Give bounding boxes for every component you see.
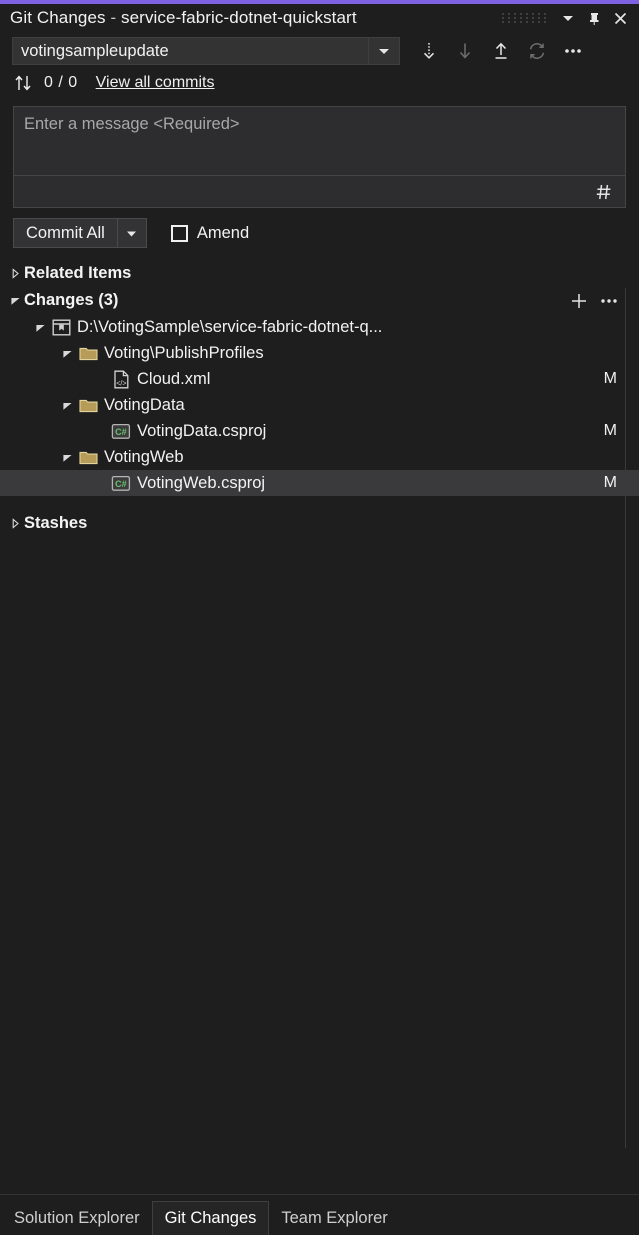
tree-node-folder[interactable]: VotingWeb bbox=[0, 444, 639, 470]
bottom-tabbar: Solution Explorer Git Changes Team Explo… bbox=[0, 1194, 639, 1235]
csharp-file-icon: C# bbox=[109, 423, 133, 440]
repository-icon bbox=[49, 319, 73, 336]
tab-team-explorer[interactable]: Team Explorer bbox=[269, 1201, 399, 1235]
tree-node-file-selected[interactable]: C# VotingWeb.csproj M bbox=[0, 470, 639, 496]
folder-icon bbox=[76, 398, 100, 413]
file-status-badge: M bbox=[604, 422, 617, 440]
tree-node-folder-label: Voting\PublishProfiles bbox=[104, 344, 264, 363]
fetch-icon bbox=[419, 41, 439, 61]
chevron-down-icon[interactable] bbox=[31, 322, 49, 333]
tree-node-repository-label: D:\VotingSample\service-fabric-dotnet-q.… bbox=[77, 318, 382, 337]
section-related-items-label: Related Items bbox=[24, 264, 131, 283]
tree-node-file-label: Cloud.xml bbox=[137, 370, 210, 389]
svg-text:C#: C# bbox=[115, 478, 127, 488]
commit-all-split-button[interactable]: Commit All bbox=[13, 218, 147, 248]
section-changes-label: Changes (3) bbox=[24, 291, 118, 310]
tree-node-folder[interactable]: Voting\PublishProfiles bbox=[0, 340, 639, 366]
tab-git-changes[interactable]: Git Changes bbox=[152, 1201, 270, 1235]
add-files-button[interactable] bbox=[567, 289, 591, 313]
commit-message-toolbar bbox=[14, 175, 625, 207]
file-status-badge: M bbox=[604, 370, 617, 388]
amend-label: Amend bbox=[197, 224, 249, 243]
folder-icon bbox=[76, 346, 100, 361]
tree-node-repository[interactable]: D:\VotingSample\service-fabric-dotnet-q.… bbox=[0, 314, 639, 340]
csharp-file-icon: C# bbox=[109, 475, 133, 492]
hash-issue-icon bbox=[594, 182, 614, 202]
chevron-down-icon bbox=[125, 227, 138, 240]
tree-node-file[interactable]: C# VotingData.csproj M bbox=[0, 418, 639, 444]
chevron-down-icon[interactable] bbox=[58, 400, 76, 411]
svg-text:</>: </> bbox=[116, 378, 126, 387]
ahead-behind-count: 0 / 0 bbox=[44, 74, 78, 92]
commit-all-dropdown-button[interactable] bbox=[117, 219, 146, 247]
branch-name-label: votingsampleupdate bbox=[13, 42, 368, 61]
xml-file-icon: </> bbox=[109, 370, 133, 389]
panel-title-document: service-fabric-dotnet-quickstart bbox=[121, 8, 357, 27]
panel-title-tool: Git Changes bbox=[10, 8, 106, 27]
branch-toolbar: votingsampleupdate bbox=[0, 35, 639, 67]
svg-text:C#: C# bbox=[115, 426, 127, 436]
commit-actions-row: Commit All Amend bbox=[13, 218, 639, 248]
commit-message-input[interactable]: Enter a message <Required> bbox=[14, 107, 625, 175]
changes-header-actions bbox=[567, 287, 621, 314]
chevron-right-icon[interactable] bbox=[6, 268, 24, 279]
chevron-down-icon[interactable] bbox=[58, 348, 76, 359]
tree-node-file[interactable]: </> Cloud.xml M bbox=[0, 366, 639, 392]
chevron-down-icon[interactable] bbox=[6, 295, 24, 306]
sync-button[interactable] bbox=[520, 37, 554, 65]
amend-checkbox-group[interactable]: Amend bbox=[171, 224, 249, 243]
chevron-down-icon bbox=[377, 44, 391, 58]
section-changes[interactable]: Changes (3) bbox=[0, 287, 639, 314]
tree-node-folder[interactable]: VotingData bbox=[0, 392, 639, 418]
push-button[interactable] bbox=[484, 37, 518, 65]
git-more-button[interactable] bbox=[556, 37, 590, 65]
git-changes-panel: Git Changes - service-fabric-dotnet-quic… bbox=[0, 0, 639, 1235]
changes-tree: Related Items Changes (3) bbox=[0, 260, 639, 1194]
close-button[interactable] bbox=[607, 7, 633, 29]
chevron-down-icon bbox=[561, 11, 575, 25]
sync-refresh-icon bbox=[527, 41, 547, 61]
changes-more-button[interactable] bbox=[597, 289, 621, 313]
tree-node-file-label: VotingData.csproj bbox=[137, 422, 266, 441]
tab-solution-explorer[interactable]: Solution Explorer bbox=[2, 1201, 152, 1235]
ellipsis-icon bbox=[563, 47, 583, 55]
panel-title: Git Changes - service-fabric-dotnet-quic… bbox=[10, 8, 357, 28]
link-issue-button[interactable] bbox=[591, 180, 617, 204]
tree-node-file-label: VotingWeb.csproj bbox=[137, 474, 265, 493]
close-icon bbox=[613, 11, 628, 26]
tree-node-folder-label: VotingWeb bbox=[104, 448, 184, 467]
pin-button[interactable] bbox=[581, 7, 607, 29]
commit-message-box: Enter a message <Required> bbox=[13, 106, 626, 208]
push-up-arrow-icon bbox=[491, 41, 511, 61]
up-down-arrows-icon bbox=[14, 74, 36, 92]
tree-node-folder-label: VotingData bbox=[104, 396, 185, 415]
branch-dropdown-button[interactable] bbox=[368, 38, 399, 64]
section-stashes-label: Stashes bbox=[24, 514, 87, 533]
panel-menu-button[interactable] bbox=[555, 7, 581, 29]
drag-grip-dots-icon[interactable] bbox=[501, 12, 547, 24]
file-status-badge: M bbox=[604, 474, 617, 492]
view-all-commits-link[interactable]: View all commits bbox=[96, 74, 215, 92]
commit-counts-row: 0 / 0 View all commits bbox=[0, 69, 639, 97]
section-stashes[interactable]: Stashes bbox=[0, 510, 639, 537]
chevron-down-icon[interactable] bbox=[58, 452, 76, 463]
folder-icon bbox=[76, 450, 100, 465]
plus-icon bbox=[569, 291, 589, 311]
chevron-right-icon[interactable] bbox=[6, 518, 24, 529]
ellipsis-icon bbox=[599, 297, 619, 305]
pin-icon bbox=[587, 11, 602, 26]
fetch-button[interactable] bbox=[412, 37, 446, 65]
branch-selector[interactable]: votingsampleupdate bbox=[12, 37, 400, 65]
commit-all-button[interactable]: Commit All bbox=[14, 219, 117, 247]
amend-checkbox[interactable] bbox=[171, 225, 188, 242]
git-action-buttons bbox=[412, 37, 590, 65]
pull-button[interactable] bbox=[448, 37, 482, 65]
section-related-items[interactable]: Related Items bbox=[0, 260, 639, 287]
titlebar: Git Changes - service-fabric-dotnet-quic… bbox=[0, 4, 639, 32]
panel-title-separator: - bbox=[110, 8, 116, 27]
pull-down-arrow-icon bbox=[455, 41, 475, 61]
